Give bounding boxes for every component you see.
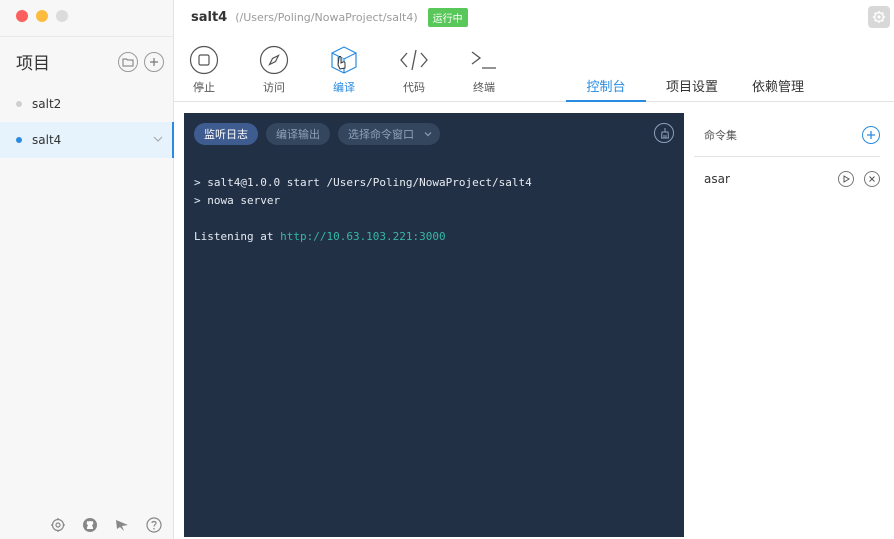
stop-label: 停止 [193, 81, 215, 94]
project-item-salt4[interactable]: salt4 [0, 122, 174, 158]
project-status-dot [16, 101, 22, 107]
console-panel: 监听日志 编译输出 选择命令窗口 > salt4@1.0.0 start /Us… [184, 113, 684, 537]
build-label: 编译 [333, 81, 355, 94]
watch-log-button[interactable]: 监听日志 [194, 123, 258, 145]
visit-button[interactable]: 访问 [249, 44, 299, 95]
app-window: 项目 salt2 salt4 salt4 (/Users/Poling/Nowa… [0, 0, 894, 539]
plus-icon [150, 57, 158, 66]
command-name: asar [704, 172, 730, 186]
add-command-button[interactable] [862, 125, 880, 144]
sidebar-title: 项目 [16, 54, 50, 74]
project-status-dot [16, 137, 22, 143]
commands-header: 命令集 [694, 113, 880, 157]
console-line: > nowa server [194, 194, 281, 207]
help-button[interactable] [146, 517, 162, 533]
terminal-label: 终端 [473, 81, 495, 94]
project-name: salt2 [32, 97, 62, 111]
project-path: (/Users/Poling/NowaProject/salt4) [235, 10, 418, 24]
delete-command-button[interactable] [864, 171, 880, 187]
tab-console[interactable]: 控制台 [566, 70, 646, 102]
cube-icon [331, 46, 357, 74]
tab-bar: 控制台 项目设置 依赖管理 [566, 70, 824, 102]
plus-icon [867, 130, 875, 139]
code-button[interactable]: 代码 [389, 44, 439, 95]
command-item: asar [694, 157, 880, 201]
project-name: salt4 [32, 133, 62, 147]
close-icon [869, 176, 875, 182]
command-window-select[interactable]: 选择命令窗口 [338, 123, 440, 145]
chevron-down-icon [424, 132, 432, 137]
sidebar-footer [50, 517, 162, 533]
folder-icon [122, 58, 134, 66]
run-command-button[interactable] [838, 171, 854, 187]
play-icon [843, 175, 850, 183]
console-toolbar: 监听日志 编译输出 选择命令窗口 [194, 123, 440, 145]
main-panel: salt4 (/Users/Poling/NowaProject/salt4) … [174, 0, 894, 539]
server-url-link[interactable]: http://10.63.103.221:3000 [280, 230, 446, 243]
title-bar: salt4 (/Users/Poling/NowaProject/salt4) … [174, 0, 894, 34]
close-window-button[interactable] [16, 10, 28, 22]
project-item-salt2[interactable]: salt2 [0, 86, 174, 122]
import-project-button[interactable] [118, 51, 138, 72]
tab-project-settings[interactable]: 项目设置 [652, 70, 732, 102]
stop-button[interactable]: 停止 [179, 44, 229, 95]
console-line-listening: Listening at http://10.63.103.221:3000 [194, 228, 532, 246]
code-label: 代码 [403, 81, 425, 94]
tab-dependencies[interactable]: 依赖管理 [738, 70, 818, 102]
visit-label: 访问 [263, 81, 285, 94]
command-window-select-label: 选择命令窗口 [348, 128, 414, 141]
question-icon [146, 517, 162, 533]
console-output: > salt4@1.0.0 start /Users/Poling/NowaPr… [194, 174, 532, 246]
settings-button[interactable] [50, 517, 66, 533]
broom-icon [660, 128, 670, 139]
github-icon [83, 518, 97, 532]
project-list: salt2 salt4 [0, 86, 174, 158]
gear-icon [872, 10, 886, 24]
gear-icon [51, 518, 65, 532]
preferences-button[interactable] [868, 6, 890, 28]
terminal-icon [471, 51, 496, 69]
stop-icon [189, 45, 219, 75]
compass-icon [259, 45, 289, 75]
build-output-button[interactable]: 编译输出 [266, 123, 330, 145]
console-line: > salt4@1.0.0 start /Users/Poling/NowaPr… [194, 176, 532, 189]
feedback-button[interactable] [114, 517, 130, 533]
window-controls [16, 10, 68, 22]
add-project-button[interactable] [144, 51, 164, 72]
project-title: salt4 [191, 9, 228, 25]
zoom-window-button[interactable] [56, 10, 68, 22]
commands-panel: 命令集 asar [694, 113, 880, 201]
clear-console-button[interactable] [654, 123, 674, 143]
terminal-button[interactable]: 终端 [459, 44, 509, 95]
github-button[interactable] [82, 517, 98, 533]
listening-prefix: Listening at [194, 230, 281, 243]
chevron-down-icon[interactable] [152, 133, 164, 145]
sidebar-header: 项目 [0, 36, 174, 86]
sidebar: 项目 salt2 salt4 [0, 0, 174, 539]
commands-title: 命令集 [704, 128, 737, 142]
toolbar: 停止 访问 编译 代码 终端 控制台 项目设置 依赖管理 [174, 40, 894, 102]
minimize-window-button[interactable] [36, 10, 48, 22]
build-button[interactable]: 编译 [319, 44, 369, 95]
bird-icon [116, 520, 128, 531]
code-icon [400, 49, 428, 71]
status-badge: 运行中 [427, 7, 468, 27]
